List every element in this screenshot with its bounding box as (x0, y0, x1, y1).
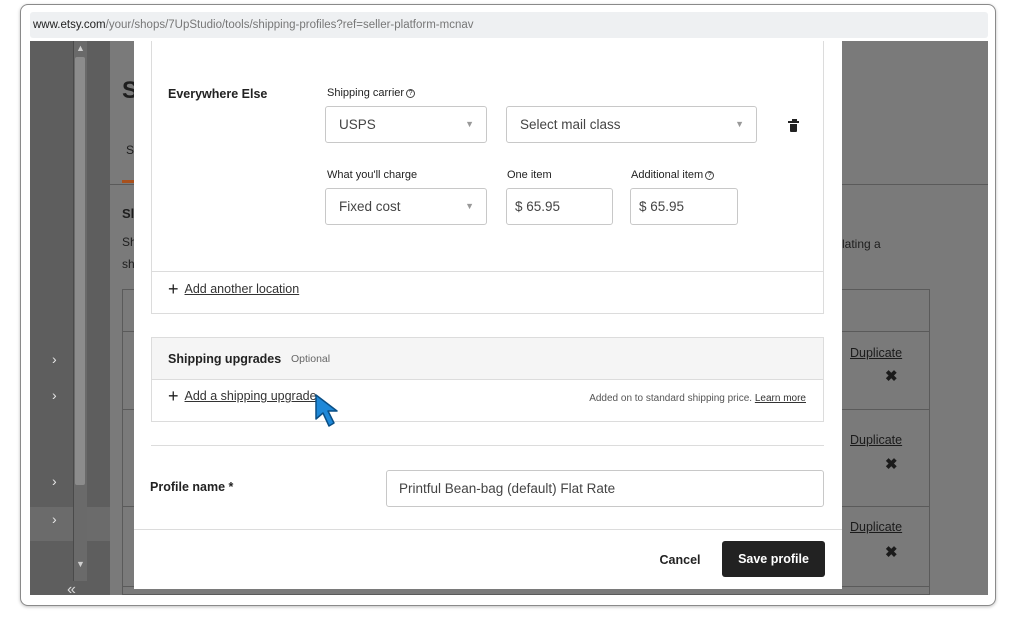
add-location-link[interactable]: + Add another location (168, 279, 299, 300)
sidebar-chevron-icon[interactable]: › (52, 511, 57, 527)
address-bar[interactable]: www.etsy.com/your/shops/7UpStudio/tools/… (30, 12, 988, 38)
sidebar-chevron-icon[interactable]: › (52, 473, 57, 489)
delete-icon[interactable]: ✖ (885, 455, 898, 473)
url-host: www.etsy.com (33, 19, 106, 31)
mail-class-select[interactable]: Select mail class ▼ (506, 106, 757, 143)
charge-label: What you'll charge (327, 169, 418, 181)
additional-item-price-input[interactable]: $ 65.95 (630, 188, 738, 225)
sidebar-scrollbar-thumb[interactable] (75, 57, 85, 485)
background-sidebar-selected (30, 507, 110, 541)
add-shipping-upgrade-link[interactable]: + Add a shipping upgrade (168, 386, 317, 407)
chevron-down-icon: ▼ (735, 119, 744, 129)
location-section (151, 41, 824, 314)
delete-icon[interactable]: ✖ (885, 543, 898, 561)
help-icon[interactable]: ? (406, 89, 416, 98)
learn-more-link[interactable]: Learn more (755, 393, 806, 404)
location-name: Everywhere Else (168, 87, 268, 101)
one-item-label: One item (507, 169, 552, 181)
background-section-heading: Sl (122, 206, 135, 221)
upgrade-note: Added on to standard shipping price. Lea… (589, 393, 806, 404)
optional-tag: Optional (291, 353, 331, 365)
delete-icon[interactable]: ✖ (885, 367, 898, 385)
save-profile-button[interactable]: Save profile (722, 541, 825, 577)
shipping-carrier-label: Shipping carrier? (327, 87, 416, 99)
one-item-price-input[interactable]: $ 65.95 (506, 188, 613, 225)
section-divider (151, 445, 824, 446)
browser-window: www.etsy.com/your/shops/7UpStudio/tools/… (20, 4, 996, 606)
plus-icon: + (168, 279, 179, 299)
scroll-down-arrow[interactable]: ▼ (76, 559, 85, 569)
background-tab: S (126, 143, 135, 157)
shipping-upgrades-title: Shipping upgrades (168, 352, 282, 366)
collapse-sidebar-icon[interactable]: « (67, 581, 76, 595)
scroll-up-arrow[interactable]: ▲ (76, 43, 85, 53)
duplicate-link[interactable]: Duplicate (850, 433, 902, 447)
duplicate-link[interactable]: Duplicate (850, 520, 902, 534)
chevron-down-icon: ▼ (465, 201, 474, 211)
sidebar-chevron-icon[interactable]: › (52, 351, 57, 367)
charge-type-select[interactable]: Fixed cost ▼ (325, 188, 487, 225)
help-icon[interactable]: ? (705, 171, 715, 180)
location-section-divider (152, 271, 823, 272)
cancel-button[interactable]: Cancel (646, 541, 714, 577)
plus-icon: + (168, 386, 179, 406)
profile-name-input[interactable]: Printful Bean-bag (default) Flat Rate (386, 470, 824, 507)
sidebar-chevron-icon[interactable]: › (52, 387, 57, 403)
chevron-down-icon: ▼ (465, 119, 474, 129)
shipping-profile-modal: Everywhere Else Shipping carrier? USPS ▼ … (134, 41, 842, 589)
duplicate-link[interactable]: Duplicate (850, 346, 902, 360)
shipping-upgrades-section: Shipping upgrades Optional + Add a shippi… (151, 337, 824, 422)
shipping-upgrades-header: Shipping upgrades Optional (152, 338, 823, 380)
mouse-cursor-icon (315, 394, 338, 427)
shipping-carrier-select[interactable]: USPS ▼ (325, 106, 487, 143)
additional-item-label: Additional item? (631, 169, 715, 181)
url-path: /your/shops/7UpStudio/tools/shipping-pro… (105, 19, 474, 31)
background-body-text: sh (122, 257, 135, 271)
background-body-text-tail: lating a (842, 237, 881, 251)
trash-icon[interactable] (788, 119, 799, 132)
page-viewport: ▲ ▼ › › › › « S S Sl Sh sh lating a Dupl… (30, 41, 988, 595)
profile-name-label: Profile name * (150, 480, 234, 494)
footer-divider (134, 529, 842, 530)
